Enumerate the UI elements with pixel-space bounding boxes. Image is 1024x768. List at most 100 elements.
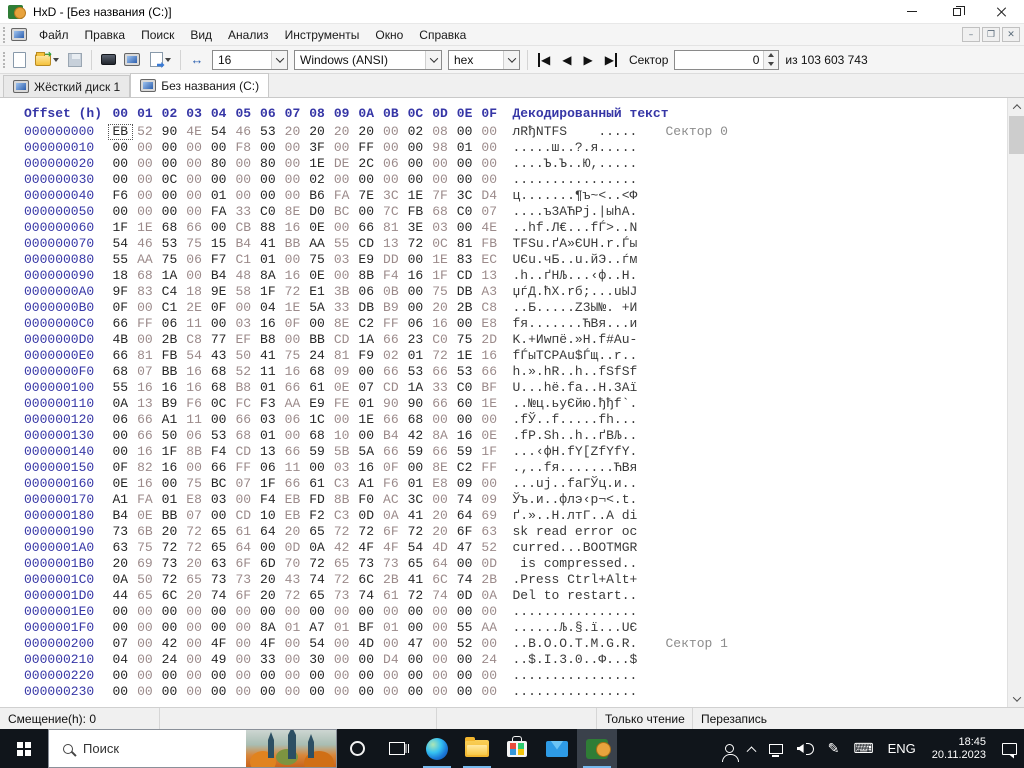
hex-byte[interactable]: 16: [256, 316, 281, 332]
decoded-text[interactable]: .fP.Sh..h..ґBЉ..: [513, 428, 638, 444]
hex-byte[interactable]: 00: [157, 156, 182, 172]
hex-byte[interactable]: 73: [354, 556, 379, 572]
hex-byte[interactable]: 52: [133, 124, 158, 140]
hex-byte[interactable]: 06: [354, 284, 379, 300]
hex-byte[interactable]: 00: [403, 620, 428, 636]
hex-byte[interactable]: B6: [305, 188, 330, 204]
hex-byte[interactable]: 66: [379, 364, 404, 380]
hex-byte[interactable]: 1E: [354, 412, 379, 428]
hex-byte[interactable]: FF: [133, 316, 158, 332]
hex-byte[interactable]: 75: [280, 348, 305, 364]
decoded-text[interactable]: .h..ґHЉ...‹ф..Н.: [513, 268, 638, 284]
hex-byte[interactable]: 00: [329, 652, 354, 668]
hex-byte[interactable]: 66: [477, 364, 502, 380]
volume-button[interactable]: [790, 729, 821, 768]
hex-byte[interactable]: FA: [329, 188, 354, 204]
hex-byte[interactable]: 01: [403, 476, 428, 492]
hex-byte[interactable]: 5A: [305, 300, 330, 316]
hex-byte[interactable]: 81: [329, 348, 354, 364]
hex-byte[interactable]: 8B: [329, 492, 354, 508]
hex-byte[interactable]: 07: [354, 380, 379, 396]
hex-byte[interactable]: A3: [477, 284, 502, 300]
hex-byte[interactable]: 01: [280, 620, 305, 636]
hex-byte[interactable]: 72: [403, 524, 428, 540]
hex-byte[interactable]: 54: [206, 124, 231, 140]
hex-byte[interactable]: 1E: [403, 188, 428, 204]
hex-byte[interactable]: 20: [428, 300, 453, 316]
hex-byte[interactable]: 00: [329, 668, 354, 684]
hex-byte[interactable]: EF: [231, 332, 256, 348]
hex-byte[interactable]: 00: [206, 508, 231, 524]
hex-byte[interactable]: 66: [133, 412, 158, 428]
hex-byte[interactable]: 48: [231, 268, 256, 284]
hex-byte[interactable]: 00: [329, 604, 354, 620]
hex-byte[interactable]: 1E: [305, 156, 330, 172]
hex-byte[interactable]: 00: [428, 156, 453, 172]
hex-byte[interactable]: 0E: [133, 508, 158, 524]
hex-byte[interactable]: 02: [403, 124, 428, 140]
decoded-text[interactable]: UЄu.чБ..u.йЭ..ѓм: [513, 252, 638, 268]
hex-byte[interactable]: 47: [403, 636, 428, 652]
hex-byte[interactable]: 09: [477, 492, 502, 508]
hex-byte[interactable]: B4: [206, 268, 231, 284]
hex-byte[interactable]: EC: [477, 252, 502, 268]
hex-byte[interactable]: 1F: [256, 476, 281, 492]
hex-byte[interactable]: 54: [403, 540, 428, 556]
hex-byte[interactable]: 00: [108, 140, 133, 156]
hex-byte[interactable]: FB: [477, 236, 502, 252]
hex-byte[interactable]: EB: [280, 492, 305, 508]
hex-byte[interactable]: 46: [133, 236, 158, 252]
tab-hard-disk-1[interactable]: Жёсткий диск 1: [3, 75, 131, 97]
scrollbar-thumb[interactable]: [1009, 116, 1024, 154]
hex-byte[interactable]: 00: [206, 412, 231, 428]
hex-byte[interactable]: 68: [108, 364, 133, 380]
hex-byte[interactable]: FF: [231, 460, 256, 476]
hex-byte[interactable]: 00: [256, 172, 281, 188]
hex-byte[interactable]: EB: [280, 508, 305, 524]
hex-byte[interactable]: BF: [354, 620, 379, 636]
hex-byte[interactable]: 13: [477, 268, 502, 284]
hex-byte[interactable]: B8: [256, 332, 281, 348]
hex-byte[interactable]: C0: [256, 204, 281, 220]
hex-byte[interactable]: 00: [403, 300, 428, 316]
scroll-down-button[interactable]: [1008, 690, 1024, 707]
tab-untitled-c[interactable]: Без названия (C:): [130, 73, 270, 97]
hex-byte[interactable]: 06: [403, 316, 428, 332]
hex-byte[interactable]: DB: [452, 284, 477, 300]
decoded-text[interactable]: Del to restart..: [513, 588, 638, 604]
hex-byte[interactable]: 00: [206, 172, 231, 188]
hxd-taskbar-button[interactable]: [577, 729, 617, 768]
hex-byte[interactable]: 83: [452, 252, 477, 268]
hex-byte[interactable]: EB: [108, 124, 133, 140]
hex-byte[interactable]: 6F: [231, 556, 256, 572]
hex-byte[interactable]: 1F: [108, 220, 133, 236]
hex-byte[interactable]: 2E: [182, 300, 207, 316]
hex-byte[interactable]: 00: [354, 684, 379, 700]
hex-byte[interactable]: 74: [428, 588, 453, 604]
decoded-text[interactable]: .fЎ..f.....fh...: [513, 412, 638, 428]
hex-byte[interactable]: 65: [329, 556, 354, 572]
hex-byte[interactable]: FF: [477, 460, 502, 476]
open-drive-button[interactable]: [120, 49, 144, 71]
hex-byte[interactable]: 0F: [108, 300, 133, 316]
hex-byte[interactable]: 4D: [428, 540, 453, 556]
hex-byte[interactable]: 0C: [206, 396, 231, 412]
bytes-per-row-combo[interactable]: 16: [212, 49, 288, 70]
hex-byte[interactable]: 1E: [428, 252, 453, 268]
hex-byte[interactable]: 11: [182, 412, 207, 428]
decoded-text[interactable]: U...hё.fa..Н.3Аї: [513, 380, 638, 396]
hex-byte[interactable]: C1: [231, 252, 256, 268]
hex-byte[interactable]: 00: [182, 636, 207, 652]
hex-byte[interactable]: 00: [477, 476, 502, 492]
hex-byte[interactable]: 00: [428, 636, 453, 652]
hex-byte[interactable]: FB: [403, 204, 428, 220]
hex-byte[interactable]: 53: [256, 124, 281, 140]
hex-byte[interactable]: 9F: [108, 284, 133, 300]
hex-byte[interactable]: 5B: [329, 444, 354, 460]
hex-byte[interactable]: FD: [305, 492, 330, 508]
hex-byte[interactable]: AA: [305, 236, 330, 252]
people-button[interactable]: [718, 729, 741, 768]
hex-byte[interactable]: 13: [133, 396, 158, 412]
hex-byte[interactable]: 68: [305, 428, 330, 444]
hex-byte[interactable]: 00: [280, 604, 305, 620]
